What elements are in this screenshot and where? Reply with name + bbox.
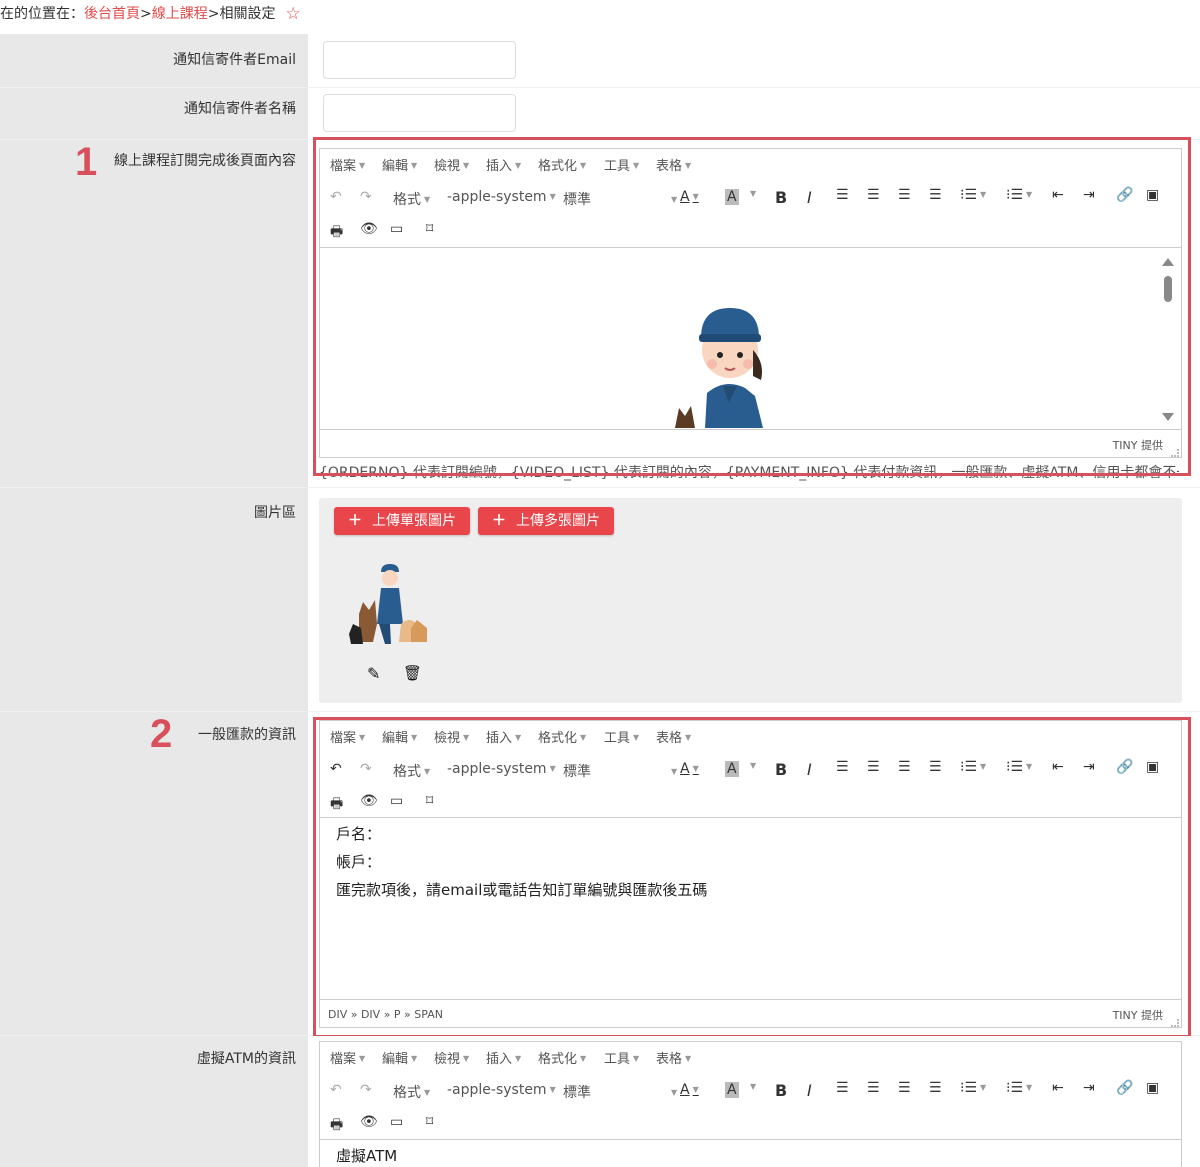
upload-multiple-images-button[interactable]: ＋上傳多張圖片 (478, 507, 614, 535)
sender-name-row: 通知信寄件者名稱 (0, 88, 1200, 140)
align-center-icon[interactable]: ☰ (867, 1080, 880, 1096)
favorite-star-icon[interactable]: ☆ (285, 4, 300, 24)
bank-info-label: 一般匯款的資訊 (198, 727, 296, 743)
image-icon[interactable]: ▣ (1146, 1080, 1159, 1096)
menu-table[interactable]: 表格 ▼ (656, 1048, 691, 1067)
font-family-select[interactable]: -apple-system ▼ (447, 1082, 556, 1098)
text-color-icon[interactable]: A ▼ (680, 1082, 699, 1098)
image-panel: ＋上傳單張圖片 ＋上傳多張圖片 ✎ 🗑 (319, 498, 1182, 703)
undo-icon[interactable]: ↶ (330, 1082, 342, 1098)
atm-info-editor[interactable]: 檔案 ▼ 編輯 ▼ 檢視 ▼ 插入 ▼ 格式化 ▼ 工具 ▼ 表格 ▼ ↶ ↷ 格式 ▼ -ap… (319, 1041, 1182, 1167)
menu-file[interactable]: 檔案 ▼ (330, 1048, 365, 1067)
menu-insert[interactable]: 插入 ▼ (486, 1048, 521, 1067)
outdent-icon[interactable]: ⇤ (1052, 1080, 1064, 1096)
delete-trash-icon[interactable]: 🗑 (403, 664, 422, 682)
sender-email-label: 通知信寄件者Email (173, 52, 296, 68)
background-color-icon[interactable]: A (725, 1082, 739, 1098)
sender-name-input[interactable] (323, 94, 516, 132)
menu-view[interactable]: 檢視 ▼ (434, 1048, 469, 1067)
numbered-list-icon[interactable]: ⁝☰ ▼ (1006, 1080, 1032, 1096)
preview-icon[interactable]: 👁 (360, 1114, 378, 1130)
breadcrumb: 在的位置在：後台首頁>線上課程>相關設定 ☆ (0, 0, 301, 28)
atm-info-row: 虛擬ATM的資訊 檔案 ▼ 編輯 ▼ 檢視 ▼ 插入 ▼ 格式化 ▼ 工具 ▼ 表格 ▼ ↶ … (0, 1036, 1200, 1167)
annotation-number-2: 2 (150, 712, 173, 756)
image-area-label: 圖片區 (254, 505, 296, 521)
format-select[interactable]: 格式 ▼ (393, 1082, 430, 1102)
atm-first-line: 虛擬ATM (336, 1147, 398, 1165)
breadcrumb-section-link[interactable]: 線上課程 (152, 6, 208, 22)
image-area-row: 圖片區 ＋上傳單張圖片 ＋上傳多張圖片 ✎ 🗑 (0, 488, 1200, 712)
print-icon[interactable]: 🖶 (330, 1114, 343, 1138)
font-size-select[interactable]: 標準 ▼ (563, 1082, 677, 1102)
breadcrumb-separator: > (140, 6, 152, 22)
highlight-box-1 (313, 137, 1191, 476)
align-justify-icon[interactable]: ☰ (929, 1080, 942, 1096)
editor-toolbar: ↶ ↷ 格式 ▼ -apple-system ▼ 標準 ▼ A ▼ A ▼ B I ☰ … (320, 1072, 1181, 1138)
sender-email-row: 通知信寄件者Email (0, 34, 1200, 88)
atm-info-label: 虛擬ATM的資訊 (196, 1051, 296, 1067)
bullet-list-icon[interactable]: ⁝☰ ▼ (960, 1080, 986, 1096)
indent-icon[interactable]: ⇥ (1083, 1080, 1095, 1096)
bookmark-icon[interactable]: ⌑ (426, 1114, 433, 1130)
upload-single-image-button[interactable]: ＋上傳單張圖片 (334, 507, 470, 535)
media-icon[interactable]: ▭ (390, 1114, 403, 1130)
sender-email-input[interactable] (323, 41, 516, 79)
italic-icon[interactable]: I (807, 1081, 812, 1100)
menu-edit[interactable]: 編輯 ▼ (382, 1048, 417, 1067)
sender-name-label: 通知信寄件者名稱 (184, 101, 296, 117)
menu-format[interactable]: 格式化 ▼ (538, 1048, 586, 1067)
breadcrumb-prefix: 在的位置在： (0, 6, 84, 22)
breadcrumb-current: 相關設定 (219, 6, 276, 22)
annotation-number-1: 1 (75, 140, 98, 184)
plus-icon: ＋ (348, 513, 362, 529)
bold-icon[interactable]: B (775, 1081, 787, 1100)
link-icon[interactable]: 🔗 (1116, 1080, 1133, 1096)
redo-icon[interactable]: ↷ (360, 1082, 372, 1098)
plus-icon: ＋ (492, 513, 506, 529)
breadcrumb-home-link[interactable]: 後台首頁 (84, 6, 140, 22)
highlight-box-2 (313, 717, 1191, 1038)
uploaded-image-thumbnail[interactable] (347, 554, 431, 646)
align-left-icon[interactable]: ☰ (836, 1080, 849, 1096)
menu-tools[interactable]: 工具 ▼ (604, 1048, 639, 1067)
edit-pencil-icon[interactable]: ✎ (367, 664, 380, 683)
editor-content-area[interactable]: 虛擬ATM (320, 1139, 1181, 1167)
editor-menubar: 檔案 ▼ 編輯 ▼ 檢視 ▼ 插入 ▼ 格式化 ▼ 工具 ▼ 表格 ▼ (320, 1042, 1181, 1072)
order-content-label: 線上課程訂閱完成後頁面內容 (114, 153, 296, 169)
align-right-icon[interactable]: ☰ (898, 1080, 911, 1096)
breadcrumb-separator: > (207, 6, 220, 22)
